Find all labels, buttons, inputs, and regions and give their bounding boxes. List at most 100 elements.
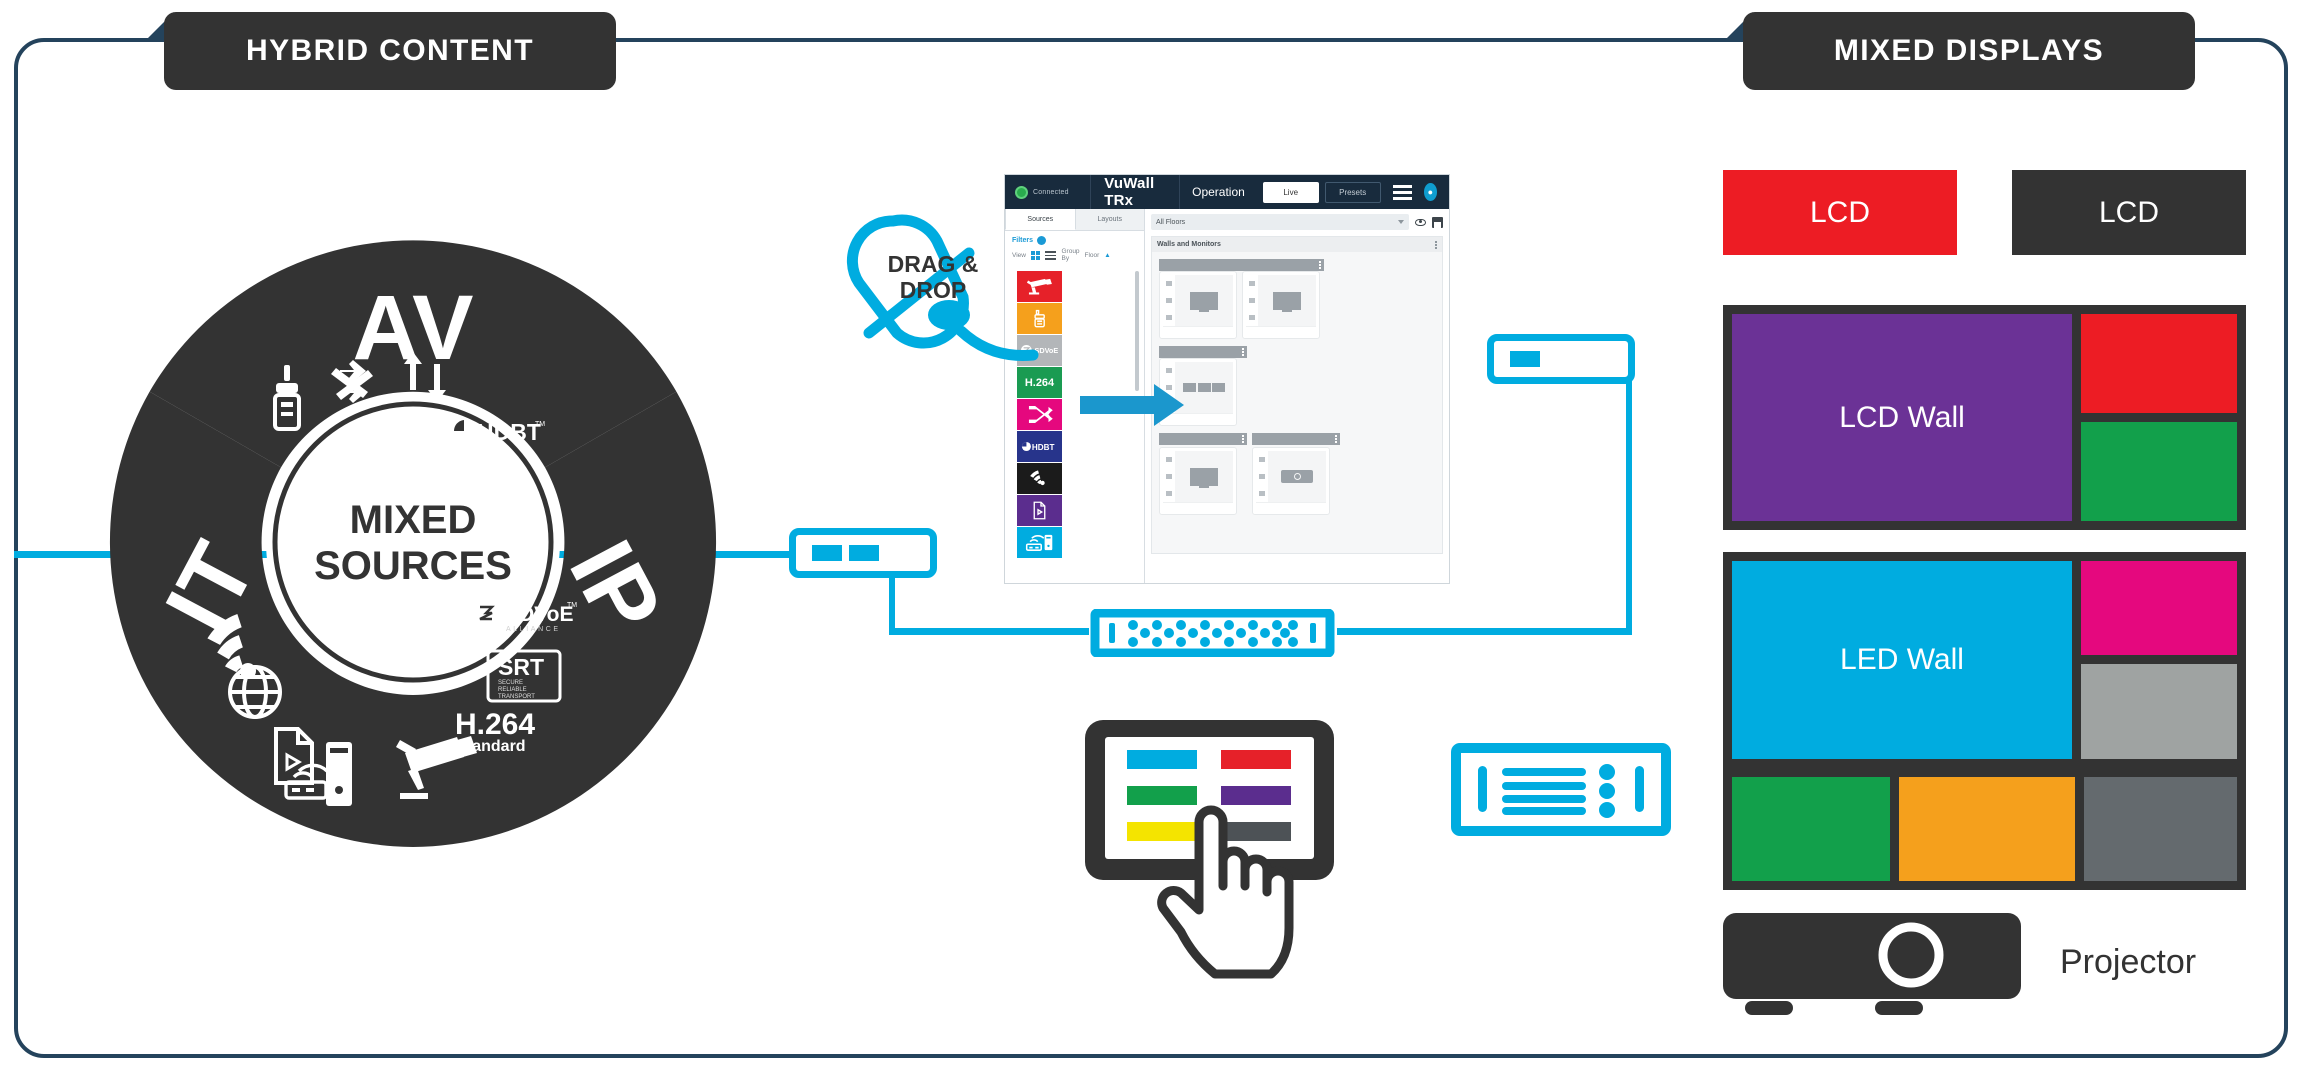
link-to-switch bbox=[889, 628, 1089, 635]
panel-header: Walls and Monitors bbox=[1152, 237, 1442, 252]
device-card-monitor-1[interactable] bbox=[1159, 271, 1237, 339]
group-3-cards bbox=[1159, 433, 1435, 515]
group-menu-icon[interactable] bbox=[1319, 261, 1321, 269]
connected-status-icon bbox=[1015, 185, 1028, 199]
panel-menu-icon[interactable] bbox=[1435, 240, 1437, 249]
wall-group-3 bbox=[1159, 433, 1435, 515]
display-led-wall: LED Wall bbox=[1723, 552, 2246, 890]
link-decoder-vertical bbox=[1626, 348, 1632, 635]
source-tile-hdbaset[interactable]: HDBT bbox=[1017, 431, 1062, 462]
projector-icon bbox=[1281, 470, 1313, 483]
led-wall-tile-green bbox=[1732, 776, 1890, 881]
monitor-multi-icon bbox=[1190, 467, 1218, 488]
encoder-bar bbox=[1510, 351, 1540, 367]
sort-caret-icon[interactable]: ▲ bbox=[1104, 252, 1110, 259]
source-tile-shuffle[interactable] bbox=[1017, 399, 1062, 430]
group-menu-icon[interactable] bbox=[1335, 435, 1337, 443]
tab-hybrid-content[interactable]: HYBRID CONTENT bbox=[164, 12, 616, 90]
source-tile-network-pc[interactable] bbox=[1017, 527, 1062, 558]
network-switch[interactable] bbox=[1087, 608, 1338, 658]
display-lcd-right: LCD bbox=[2012, 170, 2246, 255]
mixed-sources-wheel: AV IP IT HDBT TM SDVoE TM ALLIANCE SRT S… bbox=[108, 237, 718, 847]
walls-and-monitors-panel: Walls and Monitors bbox=[1151, 236, 1443, 554]
encoder-bar bbox=[812, 545, 842, 561]
led-wall-tile-orange bbox=[1898, 776, 2075, 881]
device-card-monitor-multi[interactable] bbox=[1159, 447, 1237, 515]
live-button[interactable]: Live bbox=[1262, 181, 1319, 203]
diagram-canvas: HYBRID CONTENT MIXED DISPLAYS AV IP IT H… bbox=[0, 0, 2302, 1079]
lcd-wall-tile-2 bbox=[2081, 422, 2237, 521]
dnd-line-1: DRAG & bbox=[887, 251, 979, 277]
link-switch-to-decoder bbox=[1337, 628, 1632, 635]
shuffle-icon bbox=[1028, 406, 1053, 423]
group-1-cards bbox=[1159, 271, 1435, 339]
led-wall-label: LED Wall bbox=[1732, 561, 2072, 759]
decoder-node[interactable] bbox=[1450, 742, 1672, 837]
floors-toolbar: All Floors bbox=[1151, 214, 1443, 230]
group-bar bbox=[1159, 346, 1247, 358]
svg-text:HDBT: HDBT bbox=[1031, 443, 1054, 452]
device-card-monitor-2[interactable] bbox=[1242, 271, 1320, 339]
led-wall-tile-darkgray bbox=[2083, 776, 2237, 881]
wall-group-1 bbox=[1159, 259, 1435, 339]
group-menu-icon[interactable] bbox=[1242, 348, 1244, 356]
all-floors-value: All Floors bbox=[1156, 218, 1186, 226]
group-bar bbox=[1159, 433, 1247, 445]
led-wall-tile-gray bbox=[2081, 664, 2237, 759]
card-rail bbox=[1163, 275, 1175, 326]
floor-label[interactable]: Floor bbox=[1084, 252, 1099, 259]
lcd-left-label: LCD bbox=[1809, 195, 1870, 229]
eye-icon[interactable] bbox=[1415, 218, 1426, 226]
led-wall-side-tiles bbox=[2081, 561, 2237, 759]
svg-text:TRANSPORT: TRANSPORT bbox=[498, 694, 535, 700]
list-view-icon[interactable] bbox=[1045, 250, 1057, 261]
svg-text:SDVoE: SDVoE bbox=[505, 603, 573, 626]
display-projector bbox=[1723, 913, 2021, 1017]
svg-text:SECURE: SECURE bbox=[498, 680, 523, 686]
group-menu-icon[interactable] bbox=[1242, 435, 1244, 443]
group-2-cards bbox=[1159, 358, 1435, 426]
operation-menu[interactable]: Operation bbox=[1180, 185, 1257, 199]
connection-status: Connected bbox=[1005, 185, 1090, 199]
tab-hybrid-label: HYBRID CONTENT bbox=[246, 34, 534, 67]
group-bar bbox=[1159, 259, 1324, 271]
monitor-icon bbox=[1190, 291, 1218, 312]
tab-displays-label: MIXED DISPLAYS bbox=[1833, 34, 2105, 67]
sidebar-scrollbar[interactable] bbox=[1135, 271, 1139, 391]
projector-label: Projector bbox=[2060, 943, 2197, 981]
source-tile-wifi[interactable] bbox=[1017, 463, 1062, 494]
app-brand: VuWall TRx bbox=[1104, 175, 1155, 209]
lcd-right-label: LCD bbox=[2098, 195, 2159, 229]
tab-layouts[interactable]: Layouts bbox=[1075, 209, 1144, 230]
svg-text:ALLIANCE: ALLIANCE bbox=[506, 626, 561, 633]
save-icon[interactable] bbox=[1432, 216, 1443, 228]
panel-body bbox=[1152, 252, 1442, 529]
encoder-bar bbox=[849, 545, 879, 561]
svg-text:SOURCES: SOURCES bbox=[314, 544, 512, 588]
lcd-wall-tiles bbox=[2081, 314, 2237, 521]
chevron-down-icon bbox=[1398, 220, 1404, 224]
walls-main-panel: All Floors Walls and Monitors bbox=[1145, 209, 1449, 583]
svg-text:TM: TM bbox=[567, 602, 577, 609]
router-pc-icon bbox=[1025, 534, 1053, 551]
vuwall-trx-window[interactable]: Connected VuWall TRx Operation Live Pres… bbox=[1004, 174, 1450, 584]
hamburger-icon[interactable] bbox=[1381, 184, 1424, 200]
source-tile-video-file[interactable] bbox=[1017, 495, 1062, 526]
group-by-label: Group By bbox=[1061, 248, 1080, 262]
encoder-node-right[interactable] bbox=[1487, 334, 1635, 384]
user-avatar-icon[interactable]: ● bbox=[1423, 183, 1437, 201]
app-body: Sources Layouts Filters View Group By Fl… bbox=[1005, 209, 1449, 583]
lcd-wall-label: LCD Wall bbox=[1732, 314, 2072, 521]
svg-text:MIXED: MIXED bbox=[350, 498, 477, 542]
tab-mixed-displays[interactable]: MIXED DISPLAYS bbox=[1743, 12, 2195, 90]
presets-button[interactable]: Presets bbox=[1324, 181, 1381, 203]
wall-group-2 bbox=[1159, 346, 1435, 426]
all-floors-select[interactable]: All Floors bbox=[1151, 214, 1409, 230]
device-card-projector[interactable] bbox=[1252, 447, 1330, 515]
connected-label: Connected bbox=[1033, 188, 1069, 196]
app-titlebar: Connected VuWall TRx Operation Live Pres… bbox=[1005, 175, 1449, 209]
video-file-icon bbox=[1033, 501, 1046, 520]
group-bar bbox=[1252, 433, 1340, 445]
encoder-node-left[interactable] bbox=[789, 528, 937, 578]
lcd-wall-tile-1 bbox=[2081, 314, 2237, 413]
